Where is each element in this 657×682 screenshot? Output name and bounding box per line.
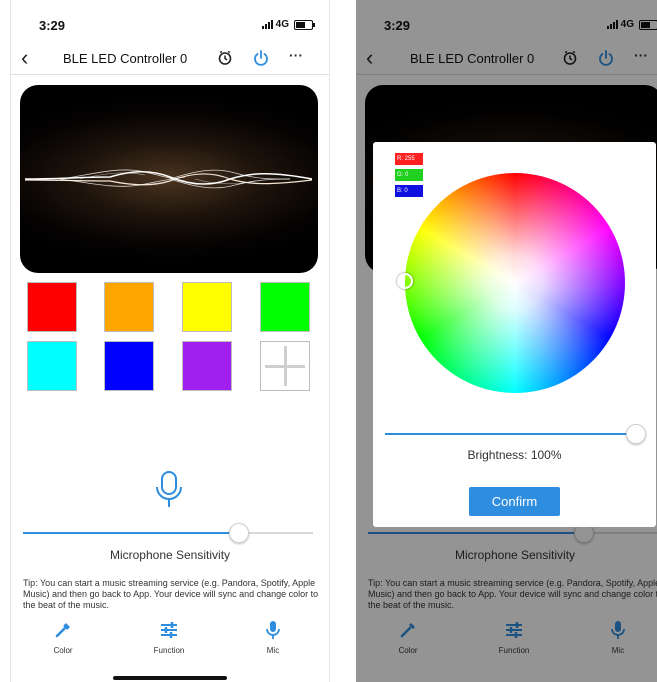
slider-thumb[interactable] [229, 523, 249, 543]
color-picker-icon [55, 623, 70, 638]
battery-icon [294, 19, 315, 30]
red-value-badge: R: 255 [395, 153, 423, 165]
color-swatch-blue[interactable] [104, 341, 154, 391]
color-swatch-purple[interactable] [182, 341, 232, 391]
tab-color[interactable]: Color [33, 620, 93, 655]
back-icon[interactable]: ‹ [21, 46, 28, 70]
color-wheel[interactable] [405, 173, 625, 393]
color-swatch-green[interactable] [260, 282, 310, 332]
confirm-button[interactable]: Confirm [469, 487, 560, 516]
sliders-icon [161, 622, 177, 638]
phone-screen-mic: 3:29 4G ‹ BLE LED Controller 0 ··· Micro… [10, 0, 330, 682]
blue-value-badge: B: 0 [395, 185, 423, 197]
color-wheel-marker[interactable] [397, 273, 413, 289]
color-swatch-red[interactable] [27, 282, 77, 332]
color-swatch-orange[interactable] [104, 282, 154, 332]
network-type: 4G [275, 19, 289, 30]
color-swatch-cyan[interactable] [27, 341, 77, 391]
mic-icon[interactable] [151, 470, 187, 510]
tab-bar: Color Function Mic [11, 620, 329, 664]
color-picker-dialog: R: 255 G: 0 B: 0 Brightness: 100% Confir… [373, 142, 656, 527]
home-indicator [113, 676, 227, 680]
more-icon[interactable]: ··· [289, 47, 303, 63]
tip-text: Tip: You can start a music streaming ser… [23, 578, 319, 610]
music-visualizer [20, 85, 318, 273]
page-title: BLE LED Controller 0 [63, 51, 188, 66]
signal-icon [261, 20, 273, 29]
mic-icon [266, 621, 280, 639]
green-value-badge: G: 0 [395, 169, 423, 181]
status-network: 4G [261, 19, 315, 30]
add-color-button[interactable] [260, 341, 310, 391]
slider-thumb[interactable] [626, 424, 646, 444]
phone-screen-color-dialog: 3:29 4G ‹ BLE LED Controller 0 ··· Micro… [356, 0, 657, 682]
status-bar: 3:29 4G [11, 0, 329, 40]
brightness-label: Brightness: 100% [467, 448, 562, 462]
power-icon[interactable] [252, 49, 270, 67]
nav-bar: ‹ BLE LED Controller 0 ··· [11, 44, 329, 75]
slider-fill [23, 532, 238, 534]
status-time: 3:29 [39, 18, 66, 33]
color-swatch-yellow[interactable] [182, 282, 232, 332]
waveform [24, 169, 313, 189]
tab-label: Color [53, 646, 73, 655]
timer-icon[interactable] [217, 50, 233, 66]
tab-label: Mic [266, 646, 280, 655]
slider-fill [385, 433, 635, 435]
tab-label: Function [153, 646, 185, 655]
sensitivity-label: Microphone Sensitivity [109, 548, 231, 562]
tab-function[interactable]: Function [139, 620, 199, 655]
tab-mic[interactable]: Mic [243, 620, 303, 655]
